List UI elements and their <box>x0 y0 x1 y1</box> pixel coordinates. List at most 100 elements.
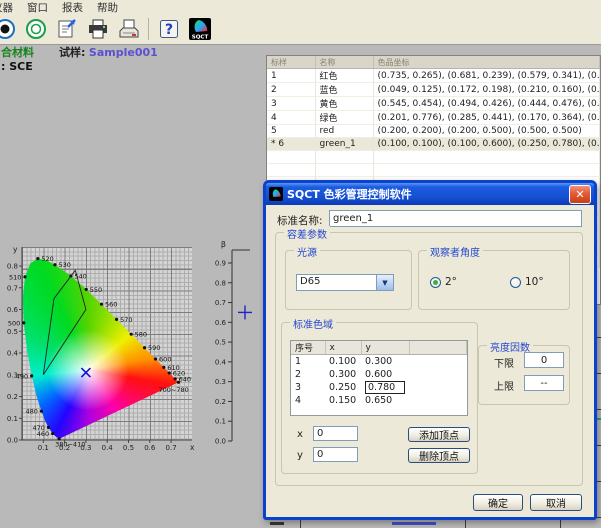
beta-axis-title: β <box>221 240 226 249</box>
standard-cell[interactable]: 蓝色 <box>315 83 373 97</box>
radio-observer-2deg[interactable]: 2° <box>430 276 457 288</box>
gamut-cell[interactable]: 0.250 <box>325 381 361 394</box>
standard-cell[interactable]: 红色 <box>315 69 373 83</box>
standard-cell[interactable]: 1 <box>267 69 315 83</box>
y-edit-input[interactable]: 0.780 <box>365 381 405 394</box>
radio-observer-10deg[interactable]: 10° <box>510 276 544 288</box>
gamut-cell[interactable]: 0.780 <box>361 381 409 394</box>
standard-row[interactable]: 5red(0.200, 0.200), (0.200, 0.500), (0.5… <box>267 125 600 138</box>
gamut-vertex-list[interactable]: 序号 x y 10.1000.30020.3000.60030.2500.780… <box>290 340 468 416</box>
gamut-cell[interactable] <box>409 394 467 407</box>
standard-cell[interactable]: (0.100, 0.100), (0.100, 0.600), (0.250, … <box>373 138 600 151</box>
wavelength-label: 520 <box>41 255 53 263</box>
standard-cell[interactable]: green_1 <box>315 138 373 151</box>
beta-tick-label: 0.8 <box>215 279 226 287</box>
standard-cell[interactable]: 绿色 <box>315 111 373 125</box>
print-out-icon[interactable] <box>115 16 142 43</box>
menu-item-report[interactable]: 报表 <box>59 0 86 15</box>
radio-icon <box>510 277 521 288</box>
wavelength-label: 590 <box>148 344 160 352</box>
y-tick-label: 0.2 <box>7 393 18 401</box>
measure-filled-icon[interactable] <box>0 16 18 43</box>
dialog-title-bar[interactable]: SQCT 色彩管理控制软件 ✕ <box>266 183 594 205</box>
chevron-down-icon[interactable]: ▼ <box>376 275 393 290</box>
standard-cell[interactable]: (0.200, 0.200), (0.200, 0.500), (0.500, … <box>373 125 600 138</box>
sqct-logo-icon[interactable]: SQCT <box>186 16 213 43</box>
wavelength-label: 580 <box>135 331 147 339</box>
gamut-col-extra <box>409 341 467 355</box>
wavelength-dot <box>174 377 177 380</box>
wavelength-label: 560 <box>105 301 117 309</box>
menu-item-instrument[interactable]: 仪器 <box>0 0 16 15</box>
ok-button[interactable]: 确定 <box>473 494 523 511</box>
standard-cell[interactable]: (0.201, 0.776), (0.285, 0.441), (0.170, … <box>373 111 600 125</box>
beta-tick-label: 0.6 <box>215 319 227 327</box>
close-icon[interactable]: ✕ <box>569 185 591 204</box>
standard-cell[interactable]: * 6 <box>267 138 315 151</box>
delete-vertex-button[interactable]: 删除顶点 <box>408 448 470 463</box>
gamut-col-y: y <box>361 341 409 355</box>
light-source-select[interactable]: D65 ▼ <box>296 274 394 291</box>
menu-item-window[interactable]: 窗口 <box>24 0 51 15</box>
standard-row[interactable]: * 6green_1(0.100, 0.100), (0.100, 0.600)… <box>267 138 600 151</box>
gamut-cell[interactable] <box>409 355 467 369</box>
standard-cell[interactable]: 5 <box>267 125 315 138</box>
gamut-cell[interactable]: 0.150 <box>325 394 361 407</box>
standard-row[interactable]: 2蓝色(0.049, 0.125), (0.172, 0.198), (0.21… <box>267 83 600 97</box>
gamut-cell[interactable]: 0.300 <box>325 368 361 381</box>
gamut-cell[interactable]: 1 <box>291 355 325 369</box>
gamut-cell[interactable]: 0.650 <box>361 394 409 407</box>
standard-cell[interactable]: 4 <box>267 111 315 125</box>
gamut-cell[interactable]: 0.600 <box>361 368 409 381</box>
standard-row[interactable]: 3黄色(0.545, 0.454), (0.494, 0.426), (0.44… <box>267 97 600 111</box>
vertex-x-label: x <box>297 429 303 440</box>
wavelength-label: 510 <box>9 273 21 281</box>
gamut-vertex-row[interactable]: 20.3000.600 <box>291 368 467 381</box>
standard-cell[interactable]: (0.049, 0.125), (0.172, 0.198), (0.210, … <box>373 83 600 97</box>
empty-row <box>267 151 600 164</box>
help-icon[interactable]: ? <box>155 16 182 43</box>
standard-row[interactable]: 4绿色(0.201, 0.776), (0.285, 0.441), (0.17… <box>267 111 600 125</box>
add-vertex-button[interactable]: 添加顶点 <box>408 427 470 442</box>
lower-limit-input[interactable]: 0 <box>524 352 564 368</box>
gamut-cell[interactable]: 0.300 <box>361 355 409 369</box>
y-tick-label: 0.4 <box>7 350 19 358</box>
sample-label: 试样: <box>59 46 85 59</box>
wavelength-label: 480 <box>26 408 38 416</box>
wavelength-label: 570 <box>120 316 132 324</box>
gamut-cell[interactable]: 4 <box>291 394 325 407</box>
standard-cell[interactable]: red <box>315 125 373 138</box>
wavelength-dot <box>30 374 33 377</box>
col-header-name: 名称 <box>315 56 373 69</box>
gamut-cell[interactable]: 3 <box>291 381 325 394</box>
sqct-dialog: SQCT 色彩管理控制软件 ✕ 标准名称: green_1 容差参数 光源 D6… <box>263 180 597 520</box>
gamut-cell[interactable]: 2 <box>291 368 325 381</box>
upper-limit-input[interactable]: -- <box>524 375 564 391</box>
wavelength-dot <box>130 333 133 336</box>
gamut-cell[interactable] <box>409 381 467 394</box>
x-axis-title: x <box>190 443 195 452</box>
vertex-x-input[interactable]: 0 <box>313 426 358 441</box>
cancel-button[interactable]: 取消 <box>530 494 582 511</box>
standard-name-input[interactable]: green_1 <box>329 210 582 227</box>
standard-cell[interactable]: 黄色 <box>315 97 373 111</box>
beta-tick-label: 0.3 <box>215 378 226 386</box>
vertex-y-input[interactable]: 0 <box>313 447 358 462</box>
wavelength-dot <box>168 371 171 374</box>
standard-cell[interactable]: 3 <box>267 97 315 111</box>
gamut-vertex-row[interactable]: 30.250 0.780 <box>291 381 467 394</box>
standard-row[interactable]: 1红色(0.735, 0.265), (0.681, 0.239), (0.57… <box>267 69 600 83</box>
report-export-icon[interactable] <box>53 16 80 43</box>
measure-ring-icon[interactable] <box>22 16 49 43</box>
standard-cell[interactable]: 2 <box>267 83 315 97</box>
standard-cell[interactable]: (0.545, 0.454), (0.494, 0.426), (0.444, … <box>373 97 600 111</box>
gamut-cell[interactable]: 0.100 <box>325 355 361 369</box>
menu-item-help[interactable]: 帮助 <box>94 0 121 15</box>
gamut-vertex-row[interactable]: 40.1500.650 <box>291 394 467 407</box>
gamut-vertex-row[interactable]: 10.1000.300 <box>291 355 467 369</box>
print-icon[interactable] <box>84 16 111 43</box>
wavelength-dot <box>154 357 157 360</box>
gamut-cell[interactable] <box>409 368 467 381</box>
y-tick-label: 0.8 <box>7 263 18 271</box>
standard-cell[interactable]: (0.735, 0.265), (0.681, 0.239), (0.579, … <box>373 69 600 83</box>
